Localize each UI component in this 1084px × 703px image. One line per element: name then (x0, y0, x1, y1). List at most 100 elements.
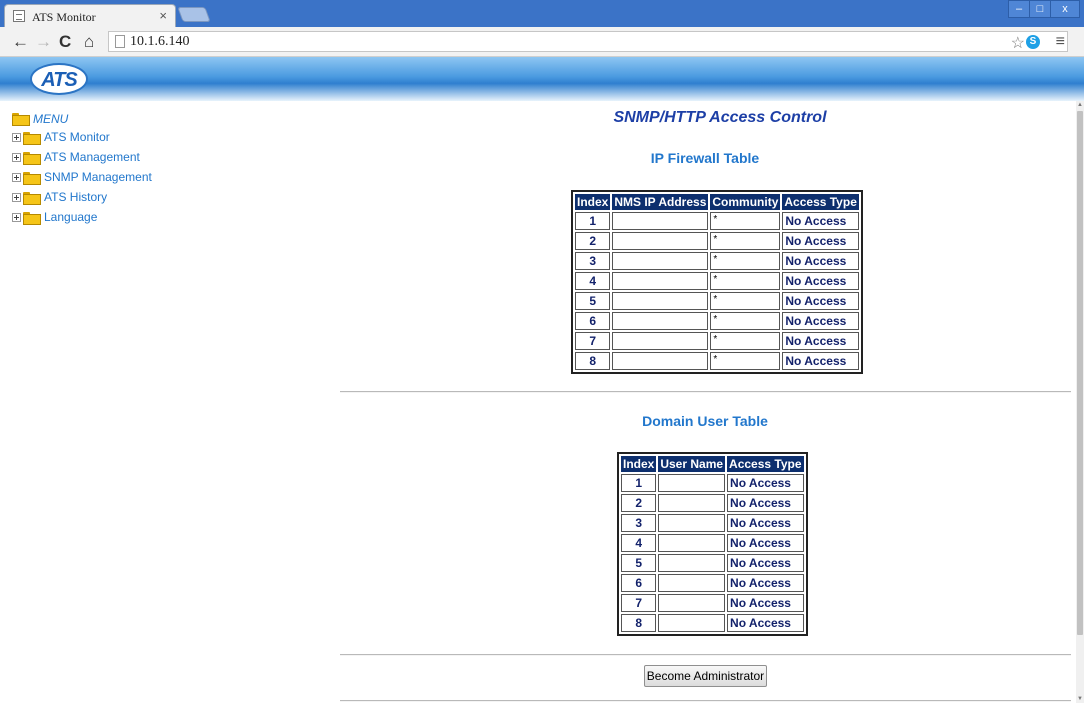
user-name-cell[interactable] (658, 514, 726, 532)
ip-firewall-title: IP Firewall Table (650, 150, 760, 166)
row-index: 6 (575, 312, 611, 330)
window-controls: – □ x (1008, 0, 1080, 18)
access-type-cell[interactable]: No Access (782, 312, 859, 330)
table-row: 4 * No Access (575, 272, 859, 290)
expand-plus-icon[interactable] (12, 172, 21, 182)
community-cell[interactable]: * (710, 232, 781, 250)
browser-menu-icon[interactable]: ≡ (1056, 33, 1065, 51)
access-type-cell[interactable]: No Access (782, 332, 859, 350)
maximize-button[interactable]: □ (1029, 0, 1051, 18)
minimize-button[interactable]: – (1008, 0, 1030, 18)
user-name-cell[interactable] (658, 574, 726, 592)
folder-icon (23, 191, 41, 205)
user-name-cell[interactable] (658, 554, 726, 572)
access-type-cell[interactable]: No Access (782, 352, 859, 370)
scroll-thumb[interactable] (1077, 111, 1083, 635)
column-header: Index (621, 456, 657, 472)
nms-ip-address-cell[interactable] (612, 252, 709, 270)
nms-ip-address-cell[interactable] (612, 292, 709, 310)
scroll-up-arrow-icon[interactable]: ▲ (1076, 101, 1084, 109)
table-row: 5 No Access (621, 554, 804, 572)
access-type-cell[interactable]: No Access (727, 474, 804, 492)
nms-ip-address-cell[interactable] (612, 352, 709, 370)
access-type-cell[interactable]: No Access (727, 514, 804, 532)
user-name-cell[interactable] (658, 534, 726, 552)
column-header: Index (575, 194, 611, 210)
user-name-cell[interactable] (658, 474, 726, 492)
access-type-cell[interactable]: No Access (782, 212, 859, 230)
sidebar-item-snmp-management[interactable]: SNMP Management (12, 167, 312, 187)
community-cell[interactable]: * (710, 352, 781, 370)
url-text: 10.1.6.140 (130, 34, 190, 49)
user-name-cell[interactable] (658, 494, 726, 512)
sidebar-item-ats-management[interactable]: ATS Management (12, 147, 312, 167)
skype-extension-icon[interactable]: S (1026, 35, 1040, 49)
nms-ip-address-cell[interactable] (612, 212, 709, 230)
table-row: 4 No Access (621, 534, 804, 552)
row-index: 8 (575, 352, 611, 370)
access-type-cell[interactable]: No Access (727, 594, 804, 612)
access-type-cell[interactable]: No Access (782, 252, 859, 270)
sidebar-menu: MENU ATS Monitor ATS Management SNMP Man… (12, 110, 312, 227)
table-row: 8 * No Access (575, 352, 859, 370)
table-header-row: Index NMS IP Address Community Access Ty… (575, 194, 859, 210)
community-cell[interactable]: * (710, 252, 781, 270)
access-type-cell[interactable]: No Access (782, 232, 859, 250)
expand-plus-icon[interactable] (12, 132, 21, 142)
page-header-banner: ATS (0, 57, 1084, 101)
reload-icon[interactable]: C (59, 32, 71, 52)
community-cell[interactable]: * (710, 312, 781, 330)
table-row: 2 No Access (621, 494, 804, 512)
community-cell[interactable]: * (710, 292, 781, 310)
ats-logo: ATS (30, 63, 88, 95)
sidebar-item-language[interactable]: Language (12, 207, 312, 227)
access-type-cell[interactable]: No Access (727, 574, 804, 592)
sidebar-item-ats-history[interactable]: ATS History (12, 187, 312, 207)
home-icon[interactable]: ⌂ (84, 32, 94, 52)
page-scrollbar[interactable]: ▲ ▼ (1076, 101, 1084, 703)
row-index: 2 (575, 232, 611, 250)
browser-titlebar: ATS Monitor × – □ x (0, 0, 1084, 27)
sidebar-item-label: ATS Monitor (44, 130, 110, 144)
back-arrow-icon[interactable]: ← (12, 32, 29, 52)
sidebar-item-ats-monitor[interactable]: ATS Monitor (12, 127, 312, 147)
community-cell[interactable]: * (710, 332, 781, 350)
new-tab-button[interactable] (177, 7, 211, 22)
community-cell[interactable]: * (710, 212, 781, 230)
row-index: 5 (621, 554, 657, 572)
expand-plus-icon[interactable] (12, 212, 21, 222)
ip-firewall-table: Index NMS IP Address Community Access Ty… (571, 190, 863, 374)
nms-ip-address-cell[interactable] (612, 312, 709, 330)
column-header: Access Type (727, 456, 804, 472)
column-header: Community (710, 194, 781, 210)
nms-ip-address-cell[interactable] (612, 232, 709, 250)
expand-plus-icon[interactable] (12, 192, 21, 202)
bookmark-star-icon[interactable]: ☆ (1011, 33, 1025, 53)
access-type-cell[interactable]: No Access (727, 614, 804, 632)
access-type-cell[interactable]: No Access (727, 554, 804, 572)
expand-plus-icon[interactable] (12, 152, 21, 162)
row-index: 6 (621, 574, 657, 592)
access-type-cell[interactable]: No Access (727, 534, 804, 552)
menu-root[interactable]: MENU (12, 110, 312, 127)
folder-icon (23, 151, 41, 165)
row-index: 7 (621, 594, 657, 612)
community-cell[interactable]: * (710, 272, 781, 290)
column-header: Access Type (782, 194, 859, 210)
access-type-cell[interactable]: No Access (782, 272, 859, 290)
access-type-cell[interactable]: No Access (727, 494, 804, 512)
table-row: 3 * No Access (575, 252, 859, 270)
tab-close-icon[interactable]: × (159, 8, 167, 23)
access-type-cell[interactable]: No Access (782, 292, 859, 310)
user-name-cell[interactable] (658, 594, 726, 612)
address-bar[interactable]: 10.1.6.140 ☆ S ≡ (108, 31, 1068, 52)
nms-ip-address-cell[interactable] (612, 332, 709, 350)
become-administrator-button[interactable]: Become Administrator (644, 665, 767, 687)
forward-arrow-icon[interactable]: → (35, 32, 52, 52)
close-window-button[interactable]: x (1050, 0, 1080, 18)
user-name-cell[interactable] (658, 614, 726, 632)
section-divider (340, 391, 1071, 393)
scroll-down-arrow-icon[interactable]: ▼ (1076, 695, 1084, 703)
browser-tab[interactable]: ATS Monitor × (4, 4, 176, 27)
nms-ip-address-cell[interactable] (612, 272, 709, 290)
